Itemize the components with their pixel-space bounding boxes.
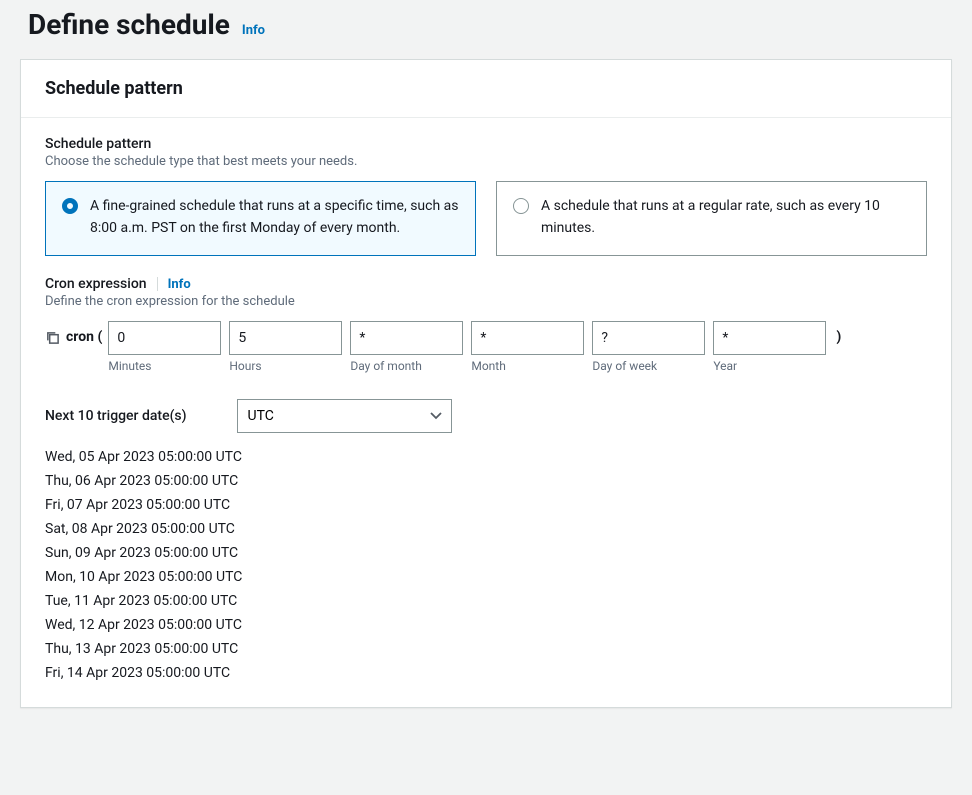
radio-icon	[62, 198, 78, 214]
radio-icon	[513, 198, 529, 214]
next-triggers-section: Next 10 trigger date(s) UTC Wed, 05 Apr …	[45, 399, 927, 685]
cron-month-label: Month	[471, 359, 584, 373]
trigger-date: Thu, 13 Apr 2023 05:00:00 UTC	[45, 637, 927, 661]
schedule-pattern-description: Choose the schedule type that best meets…	[45, 154, 927, 169]
page-title: Define schedule	[28, 8, 230, 41]
cron-info-link[interactable]: Info	[168, 277, 191, 292]
trigger-date: Fri, 07 Apr 2023 05:00:00 UTC	[45, 493, 927, 517]
trigger-date: Wed, 12 Apr 2023 05:00:00 UTC	[45, 613, 927, 637]
panel-header: Schedule pattern	[21, 60, 951, 118]
cron-minutes-input[interactable]	[108, 321, 221, 355]
cron-expression-section: Cron expression Info Define the cron exp…	[45, 276, 927, 373]
cron-day-of-week-label: Day of week	[592, 359, 705, 373]
schedule-pattern-label: Schedule pattern	[45, 136, 927, 152]
trigger-date: Wed, 05 Apr 2023 05:00:00 UTC	[45, 445, 927, 469]
schedule-pattern-panel: Schedule pattern Schedule pattern Choose…	[20, 59, 952, 708]
trigger-date: Mon, 10 Apr 2023 05:00:00 UTC	[45, 565, 927, 589]
radio-option-label: A schedule that runs at a regular rate, …	[541, 196, 910, 239]
info-link[interactable]: Info	[242, 23, 265, 38]
trigger-date: Sat, 08 Apr 2023 05:00:00 UTC	[45, 517, 927, 541]
cron-prefix-label: cron (	[66, 329, 102, 345]
cron-minutes-label: Minutes	[108, 359, 221, 373]
cron-month-input[interactable]	[471, 321, 584, 355]
schedule-pattern-section: Schedule pattern Choose the schedule typ…	[45, 136, 927, 256]
copy-icon[interactable]	[45, 330, 60, 345]
cron-hours-label: Hours	[229, 359, 342, 373]
divider	[157, 277, 158, 291]
cron-day-of-month-label: Day of month	[350, 359, 463, 373]
next-triggers-label: Next 10 trigger date(s)	[45, 408, 187, 424]
cron-day-of-week-input[interactable]	[592, 321, 705, 355]
cron-year-input[interactable]	[713, 321, 826, 355]
panel-title: Schedule pattern	[45, 78, 927, 99]
trigger-date: Thu, 06 Apr 2023 05:00:00 UTC	[45, 469, 927, 493]
cron-year-label: Year	[713, 359, 826, 373]
page-header: Define schedule Info	[20, 0, 952, 59]
cron-day-of-month-input[interactable]	[350, 321, 463, 355]
cron-expression-label: Cron expression	[45, 276, 147, 292]
radio-option-fine-grained[interactable]: A fine-grained schedule that runs at a s…	[45, 181, 476, 256]
trigger-date: Fri, 14 Apr 2023 05:00:00 UTC	[45, 661, 927, 685]
radio-option-label: A fine-grained schedule that runs at a s…	[90, 196, 459, 239]
cron-suffix-label: )	[836, 321, 841, 345]
cron-hours-input[interactable]	[229, 321, 342, 355]
radio-option-regular-rate[interactable]: A schedule that runs at a regular rate, …	[496, 181, 927, 256]
timezone-select[interactable]: UTC	[237, 399, 452, 433]
trigger-date: Sun, 09 Apr 2023 05:00:00 UTC	[45, 541, 927, 565]
trigger-date: Tue, 11 Apr 2023 05:00:00 UTC	[45, 589, 927, 613]
trigger-dates-list: Wed, 05 Apr 2023 05:00:00 UTC Thu, 06 Ap…	[45, 445, 927, 685]
cron-expression-description: Define the cron expression for the sched…	[45, 294, 927, 309]
